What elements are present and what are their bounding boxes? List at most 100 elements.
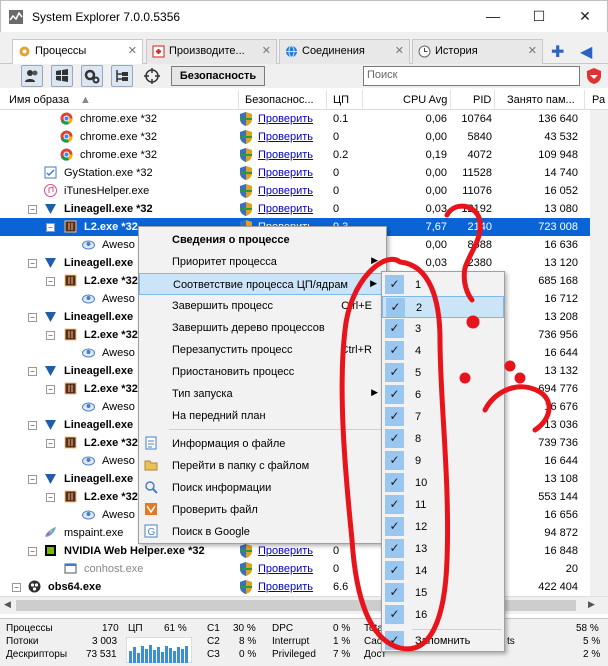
check-link[interactable]: Проверить (258, 185, 313, 197)
expand-toggle[interactable]: − (46, 385, 55, 394)
check-link[interactable]: Проверить (258, 563, 313, 575)
cpu-core-item[interactable]: ✓ 7 (382, 406, 504, 428)
cpu-avg-value: 7,67 (425, 221, 447, 233)
menu-file-info[interactable]: Информация о файле (139, 433, 386, 455)
scroll-left-icon[interactable]: ◀ (4, 599, 11, 610)
horizontal-scrollbar[interactable]: ◀ ▶ (0, 596, 608, 614)
tab-nav-button[interactable]: ◀ (580, 42, 592, 62)
scroll-right-icon[interactable]: ▶ (588, 599, 595, 610)
tab-close-icon[interactable]: ✕ (128, 44, 137, 57)
cpu-core-item[interactable]: ✓ 3 (382, 318, 504, 340)
tab-performance[interactable]: Производите... ✕ (146, 39, 277, 64)
vertical-scrollbar[interactable] (590, 110, 608, 596)
tab-history[interactable]: История ✕ (412, 39, 543, 64)
security-button[interactable]: Безопасность (171, 66, 265, 86)
menu-priority[interactable]: Приоритет процесса ▶ (139, 251, 386, 273)
menu-affinity[interactable]: Соответствие процесса ЦП/ядрам ▶ (139, 273, 386, 295)
add-tab-button[interactable]: ✚ (551, 42, 564, 62)
expand-toggle[interactable]: − (28, 259, 37, 268)
paint-icon (45, 527, 56, 537)
expand-toggle[interactable]: − (46, 223, 55, 232)
users-button[interactable] (21, 65, 43, 87)
cpu-core-item[interactable]: ✓ 14 (382, 560, 504, 582)
cpu-core-item[interactable]: ✓ 11 (382, 494, 504, 516)
col-cpu-avg[interactable]: CPU Avg (403, 94, 447, 106)
check-link[interactable]: Проверить (258, 113, 313, 125)
menu-process-details[interactable]: Сведения о процессе (139, 229, 386, 251)
col-extra[interactable]: Ра (592, 94, 605, 106)
expand-toggle[interactable]: − (46, 331, 55, 340)
check-link[interactable]: Проверить (258, 581, 313, 593)
table-row[interactable]: iTunesHelper.exe Проверить 0 0,00 11076 16 05… (0, 182, 590, 200)
tab-close-icon[interactable]: ✕ (395, 44, 404, 57)
table-row[interactable]: − Lineagell.exe *32 Проверить 0 0,03 12192 13 … (0, 200, 590, 218)
dpc-value: 0 % (333, 623, 351, 634)
menu-check-file[interactable]: Проверить файл (139, 499, 386, 521)
col-cpu[interactable]: ЦП (333, 94, 349, 106)
menu-suspend[interactable]: Приостановить процесс (139, 361, 386, 383)
cpu-core-item[interactable]: ✓ 16 (382, 604, 504, 626)
table-row[interactable]: chrome.exe *32 Проверить 0.2 0,19 4072 109 94… (0, 146, 590, 164)
search-input[interactable]: Поиск (363, 66, 580, 86)
expand-toggle[interactable]: − (28, 421, 37, 430)
maximize-button[interactable]: ☐ (516, 1, 562, 32)
expand-toggle[interactable]: − (46, 439, 55, 448)
expand-toggle[interactable]: − (28, 205, 37, 214)
security-alert-icon[interactable] (585, 67, 603, 85)
search-icon (145, 481, 158, 494)
tree-view-button[interactable] (111, 65, 133, 87)
cpu-core-item[interactable]: ✓ 2 (382, 296, 504, 318)
cpu-core-item[interactable]: ✓ 13 (382, 538, 504, 560)
menu-kill-tree[interactable]: Завершить дерево процессов (139, 317, 386, 339)
expand-toggle[interactable]: − (28, 313, 37, 322)
expand-toggle[interactable]: − (28, 475, 37, 484)
cpu-core-item[interactable]: ✓ 8 (382, 428, 504, 450)
menu-open-folder[interactable]: Перейти в папку с файлом (139, 455, 386, 477)
cpu-core-item[interactable]: ✓ 6 (382, 384, 504, 406)
col-name[interactable]: Имя образа (9, 94, 69, 106)
tab-connections[interactable]: Соединения ✕ (279, 39, 410, 64)
minimize-button[interactable]: — (470, 1, 516, 32)
shield-icon (240, 112, 252, 126)
expand-toggle[interactable]: − (46, 493, 55, 502)
cpu-core-item[interactable]: ✓ 10 (382, 472, 504, 494)
menu-google-search[interactable]: G Поиск в Google (139, 521, 386, 543)
col-memory[interactable]: Занято пам... (507, 94, 581, 106)
close-button[interactable]: ✕ (562, 1, 608, 32)
check-link[interactable]: Проверить (258, 167, 313, 179)
col-security[interactable]: Безопаснос... (245, 94, 323, 106)
cpu-core-item[interactable]: ✓ 9 (382, 450, 504, 472)
expand-toggle[interactable]: − (28, 367, 37, 376)
check-link[interactable]: Проверить (258, 149, 313, 161)
tab-processes[interactable]: Процессы ✕ (12, 39, 143, 65)
check-link[interactable]: Проверить (258, 131, 313, 143)
cpu-core-item[interactable]: ✓ 1 (382, 274, 504, 296)
expand-toggle[interactable]: − (46, 277, 55, 286)
menu-kill[interactable]: Завершить процесс Ctrl+E (139, 295, 386, 317)
pid-value: 11528 (462, 167, 492, 179)
windows-button[interactable] (51, 65, 73, 87)
tab-close-icon[interactable]: ✕ (528, 44, 537, 57)
menu-restart[interactable]: Перезапустить процесс Ctrl+R (139, 339, 386, 361)
check-link[interactable]: Проверить (258, 545, 313, 557)
expand-toggle[interactable]: − (28, 547, 37, 556)
tab-close-icon[interactable]: ✕ (262, 44, 271, 57)
cpu-core-item[interactable]: ✓ 15 (382, 582, 504, 604)
expand-toggle[interactable]: − (12, 583, 21, 592)
menu-startup-type[interactable]: Тип запуска ▶ (139, 383, 386, 405)
check-link[interactable]: Проверить (258, 203, 313, 215)
remember-option[interactable]: ✓ Запомнить (382, 630, 504, 652)
cpu-core-item[interactable]: ✓ 12 (382, 516, 504, 538)
target-button[interactable] (141, 65, 163, 87)
table-row[interactable]: chrome.exe *32 Проверить 0 0,00 5840 43 532 (0, 128, 590, 146)
menu-search-info[interactable]: Поиск информации (139, 477, 386, 499)
cpu-core-item[interactable]: ✓ 4 (382, 340, 504, 362)
col-pid[interactable]: PID (473, 94, 491, 106)
cpu-core-item[interactable]: ✓ 5 (382, 362, 504, 384)
table-row[interactable]: GyStation.exe *32 Проверить 0 0,00 11528 14 7… (0, 164, 590, 182)
settings-button[interactable] (81, 65, 103, 87)
cpu-avg-value: 0,00 (425, 167, 447, 179)
table-row[interactable]: chrome.exe *32 Проверить 0.1 0,06 10764 136 6… (0, 110, 590, 128)
menu-bring-to-front[interactable]: На передний план (139, 405, 386, 427)
cpu-value: 6.6 (333, 581, 349, 593)
